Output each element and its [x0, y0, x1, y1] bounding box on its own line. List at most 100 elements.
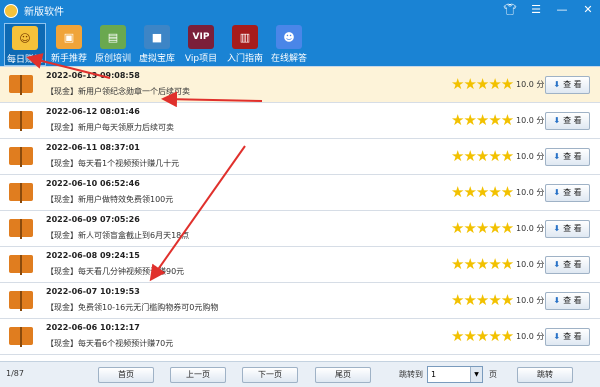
- minimize-icon[interactable]: —: [554, 2, 570, 18]
- list-item[interactable]: 2022-06-08 09:24:15 【现金】每天看几分钟视频预计赚90元 ★…: [0, 247, 600, 283]
- download-icon: ⬇: [553, 260, 561, 269]
- item-score: 10.0 分: [516, 80, 545, 89]
- item-title: 【现金】每天看1个视频预计赚几十元: [46, 159, 180, 168]
- view-button-label: 查 看: [563, 80, 582, 89]
- book-icon: [9, 111, 33, 131]
- item-score: 10.0 分: [516, 260, 545, 269]
- list-item[interactable]: 2022-06-09 07:05:26 【现金】新人可领盲盒截止到6月天18点 …: [0, 211, 600, 247]
- item-score: 10.0 分: [516, 224, 545, 233]
- view-button-label: 查 看: [563, 296, 582, 305]
- main-toolbar: ☺ 每日赚钱 ▣ 新手推荐 ▤ 原创培训 ■ 虚拟宝库 VIP Vip项目 ▥ …: [0, 21, 600, 66]
- jump-button[interactable]: 跳转: [517, 367, 573, 383]
- page-select-value: 1: [431, 370, 437, 379]
- prev-page-button[interactable]: 上一页: [170, 367, 226, 383]
- view-button[interactable]: ⬇ 查 看: [545, 148, 590, 166]
- download-icon: ⬇: [553, 116, 561, 125]
- view-button-label: 查 看: [563, 260, 582, 269]
- view-button[interactable]: ⬇ 查 看: [545, 76, 590, 94]
- list-item[interactable]: 2022-06-10 06:52:46 【现金】新用户做特效免费领100元 ★★…: [0, 175, 600, 211]
- list-item[interactable]: 2022-06-11 08:37:01 【现金】每天看1个视频预计赚几十元 ★★…: [0, 139, 600, 175]
- view-button-label: 查 看: [563, 116, 582, 125]
- tool-label: 入门指南: [226, 54, 263, 64]
- view-button[interactable]: ⬇ 查 看: [545, 292, 590, 310]
- item-title: 【现金】每天看6个视频预计赚70元: [46, 339, 174, 348]
- item-score: 10.0 分: [516, 116, 545, 125]
- rating-stars: ★★★★★: [451, 183, 514, 201]
- tool-label: 每日赚钱: [6, 55, 43, 65]
- window-title: 新版软件: [24, 7, 64, 18]
- tool-online-answer[interactable]: ☻ 在线解答: [268, 23, 310, 66]
- view-button[interactable]: ⬇ 查 看: [545, 256, 590, 274]
- item-score: 10.0 分: [516, 296, 545, 305]
- book-icon: [9, 327, 33, 347]
- jump-label: 跳转到: [399, 370, 423, 379]
- next-page-button[interactable]: 下一页: [242, 367, 298, 383]
- download-icon: ⬇: [553, 332, 561, 341]
- list-item[interactable]: 2022-06-06 10:12:17 【现金】每天看6个视频预计赚70元 ★★…: [0, 319, 600, 355]
- view-button[interactable]: ⬇ 查 看: [545, 328, 590, 346]
- page-unit-label: 页: [489, 370, 497, 379]
- rating-stars: ★★★★★: [451, 327, 514, 345]
- item-date: 2022-06-11 08:37:01: [46, 143, 140, 152]
- item-date: 2022-06-08 09:24:15: [46, 251, 140, 260]
- guide-book-icon: ▥: [232, 25, 258, 49]
- page-select[interactable]: 1 ▼: [427, 366, 483, 383]
- item-title: 【现金】新用户做特效免费领100元: [46, 195, 174, 204]
- tool-label: 原创培训: [94, 54, 131, 64]
- tool-label: Vip项目: [184, 54, 218, 64]
- tool-virtual-vault[interactable]: ■ 虚拟宝库: [136, 23, 178, 66]
- book-icon: [9, 291, 33, 311]
- rating-stars: ★★★★★: [451, 75, 514, 93]
- tool-beginner-guide[interactable]: ▥ 入门指南: [224, 23, 266, 66]
- book-icon: [9, 75, 33, 95]
- view-button-label: 查 看: [563, 224, 582, 233]
- pagination-bar: 1/87 首页 上一页 下一页 尾页 跳转到 1 ▼ 页 跳转: [0, 361, 600, 387]
- tool-vip-project[interactable]: VIP Vip项目: [180, 23, 222, 66]
- rating-stars: ★★★★★: [451, 219, 514, 237]
- tool-daily-earn[interactable]: ☺ 每日赚钱: [4, 23, 46, 66]
- item-date: 2022-06-10 06:52:46: [46, 179, 140, 188]
- download-icon: ⬇: [553, 152, 561, 161]
- item-score: 10.0 分: [516, 332, 545, 341]
- rating-stars: ★★★★★: [451, 111, 514, 129]
- close-icon[interactable]: ✕: [580, 2, 596, 18]
- item-date: 2022-06-09 07:05:26: [46, 215, 140, 224]
- tool-label: 在线解答: [270, 54, 307, 64]
- item-title: 【现金】每天看几分钟视频预计赚90元: [46, 267, 185, 276]
- rating-stars: ★★★★★: [451, 291, 514, 309]
- tool-newbie-recommend[interactable]: ▣ 新手推荐: [48, 23, 90, 66]
- monitor-icon: ▣: [56, 25, 82, 49]
- book-icon: [9, 147, 33, 167]
- item-title: 【现金】新人可领盲盒截止到6月天18点: [46, 231, 190, 240]
- list-item[interactable]: 2022-06-07 10:19:53 【现金】免费领10-16元无门槛购物券可…: [0, 283, 600, 319]
- item-title: 【现金】免费领10-16元无门槛购物券可0元购物: [46, 303, 219, 312]
- vip-icon: VIP: [188, 25, 214, 49]
- book-icon: [9, 183, 33, 203]
- list-item[interactable]: 2022-06-12 08:01:46 【现金】新用户每天领原力后续可卖 ★★★…: [0, 103, 600, 139]
- tool-original-training[interactable]: ▤ 原创培训: [92, 23, 134, 66]
- rating-stars: ★★★★★: [451, 147, 514, 165]
- first-page-button[interactable]: 首页: [98, 367, 154, 383]
- shirt-icon[interactable]: 👕︎: [502, 2, 518, 18]
- last-page-button[interactable]: 尾页: [315, 367, 371, 383]
- page-indicator: 1/87: [6, 369, 24, 378]
- book-icon: [9, 255, 33, 275]
- folder-icon: ■: [144, 25, 170, 49]
- item-title: 【现金】新用户每天领原力后续可卖: [46, 123, 174, 132]
- tool-label: 新手推荐: [50, 54, 87, 64]
- item-date: 2022-06-06 10:12:17: [46, 323, 140, 332]
- download-icon: ⬇: [553, 296, 561, 305]
- view-button[interactable]: ⬇ 查 看: [545, 184, 590, 202]
- item-date: 2022-06-13 09:08:58: [46, 71, 140, 80]
- item-score: 10.0 分: [516, 188, 545, 197]
- title-bar: 新版软件 👕︎ ☰ — ✕: [0, 0, 600, 21]
- view-button-label: 查 看: [563, 332, 582, 341]
- list-item[interactable]: 2022-06-13 09:08:58 【现金】新用户领纪念勋章一个后续可卖 ★…: [0, 67, 600, 103]
- menu-icon[interactable]: ☰: [528, 2, 544, 18]
- download-icon: ⬇: [553, 224, 561, 233]
- view-button[interactable]: ⬇ 查 看: [545, 220, 590, 238]
- item-title: 【现金】新用户领纪念勋章一个后续可卖: [46, 87, 190, 96]
- book-icon: ▤: [100, 25, 126, 49]
- view-button[interactable]: ⬇ 查 看: [545, 112, 590, 130]
- item-score: 10.0 分: [516, 152, 545, 161]
